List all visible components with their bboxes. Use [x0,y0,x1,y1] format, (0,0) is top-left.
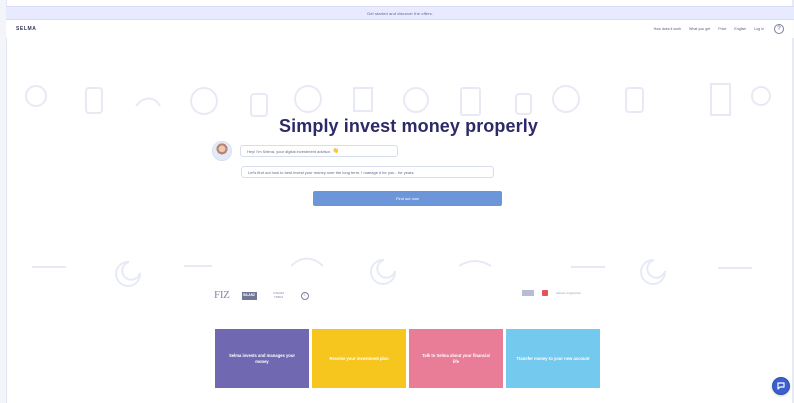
bg-wave-icon [290,257,324,267]
feature-card-talk[interactable]: Talk to Selma about your financial life [409,329,503,388]
rating-badge-icon [522,290,534,296]
bg-mobile-icon [625,87,644,113]
chat-icon[interactable] [772,377,790,395]
bg-road-icon [458,260,492,267]
bg-paper-icon [710,83,731,116]
press-logos-right: Aktuell vergleichen [522,290,581,296]
press-logo-bilanz: BILANZ [241,291,257,300]
profile-icon[interactable]: ? [774,24,784,34]
press-logos-left: FIZ BILANZ FINANZ TIMES © [214,290,309,301]
nav-price[interactable]: Price [718,27,726,31]
nav-language[interactable]: English [734,27,746,31]
page: Get started and discover the offers. SEL… [0,0,794,403]
bg-coin-icon [25,85,47,107]
logo[interactable]: SELMA [16,26,37,32]
bg-card-icon [250,93,268,117]
nav-what-you-get[interactable]: What you get [689,27,710,31]
press-logo-fiz: FIZ [214,289,230,301]
nav-how-it-works[interactable]: How does it work [654,27,681,31]
bg-globe-icon [552,85,580,113]
hero-title: Simply invest money properly [279,116,538,136]
main-navigation: How does it work What you get Price Engl… [654,24,784,34]
feature-card-invest-label: Selma invests and manages your money [228,352,296,364]
top-header: SELMA How does it work What you get Pric… [6,20,794,38]
chat-intro: Hey! I'm Selma, your digital investment … [212,141,532,197]
bg-moon-icon [115,260,142,287]
chat-bubble-greeting: Hey! I'm Selma, your digital investment … [240,145,398,157]
bg-clock-icon [403,87,429,113]
rating-text: Aktuell vergleichen [556,291,582,295]
feature-card-talk-label: Talk to Selma about your financial life [422,352,490,364]
wave-emoji-icon: 👋 [332,148,340,154]
bg-wheel-icon [751,86,771,106]
feature-card-transfer-label: Transfer money to your new account [516,355,590,361]
nav-login[interactable]: Log in [754,27,764,31]
feature-card-plan-label: Receive your investment plan [329,355,389,361]
chat-message-2: Let's find out how to best invest your m… [248,169,415,175]
bg-ball-icon [294,85,322,113]
left-frame [0,0,7,403]
red-badge-icon [542,290,548,296]
press-logo-finanz: FINANZ TIMES [273,291,285,299]
chat-message-1: Hey! I'm Selma, your digital investment … [247,148,331,154]
bg-box-icon [460,87,481,116]
feature-cards: Selma invests and manages your money Rec… [215,329,600,388]
bg-cloud-icon [135,97,161,107]
feature-card-invest[interactable]: Selma invests and manages your money [215,329,309,388]
press-logo-seal-icon: © [300,291,309,300]
advisor-avatar [212,141,232,161]
chat-bubble-intro: Let's find out how to best invest your m… [241,166,494,178]
bg-moon-2-icon [370,258,397,285]
feature-card-transfer[interactable]: Transfer money to your new account [506,329,600,388]
bg-moon-3-icon [640,258,667,285]
bg-chip-icon [515,93,532,115]
feature-card-plan[interactable]: Receive your investment plan [312,329,406,388]
announcement-text[interactable]: Get started and discover the offers. [367,11,433,16]
bg-phone-icon [85,87,103,114]
bg-ring-icon [190,87,218,115]
chat-bubble-icon [777,382,785,390]
announcement-banner[interactable]: Get started and discover the offers. [6,6,794,20]
find-out-now-button[interactable]: Find out now [313,191,502,206]
bg-book-icon [353,87,373,112]
